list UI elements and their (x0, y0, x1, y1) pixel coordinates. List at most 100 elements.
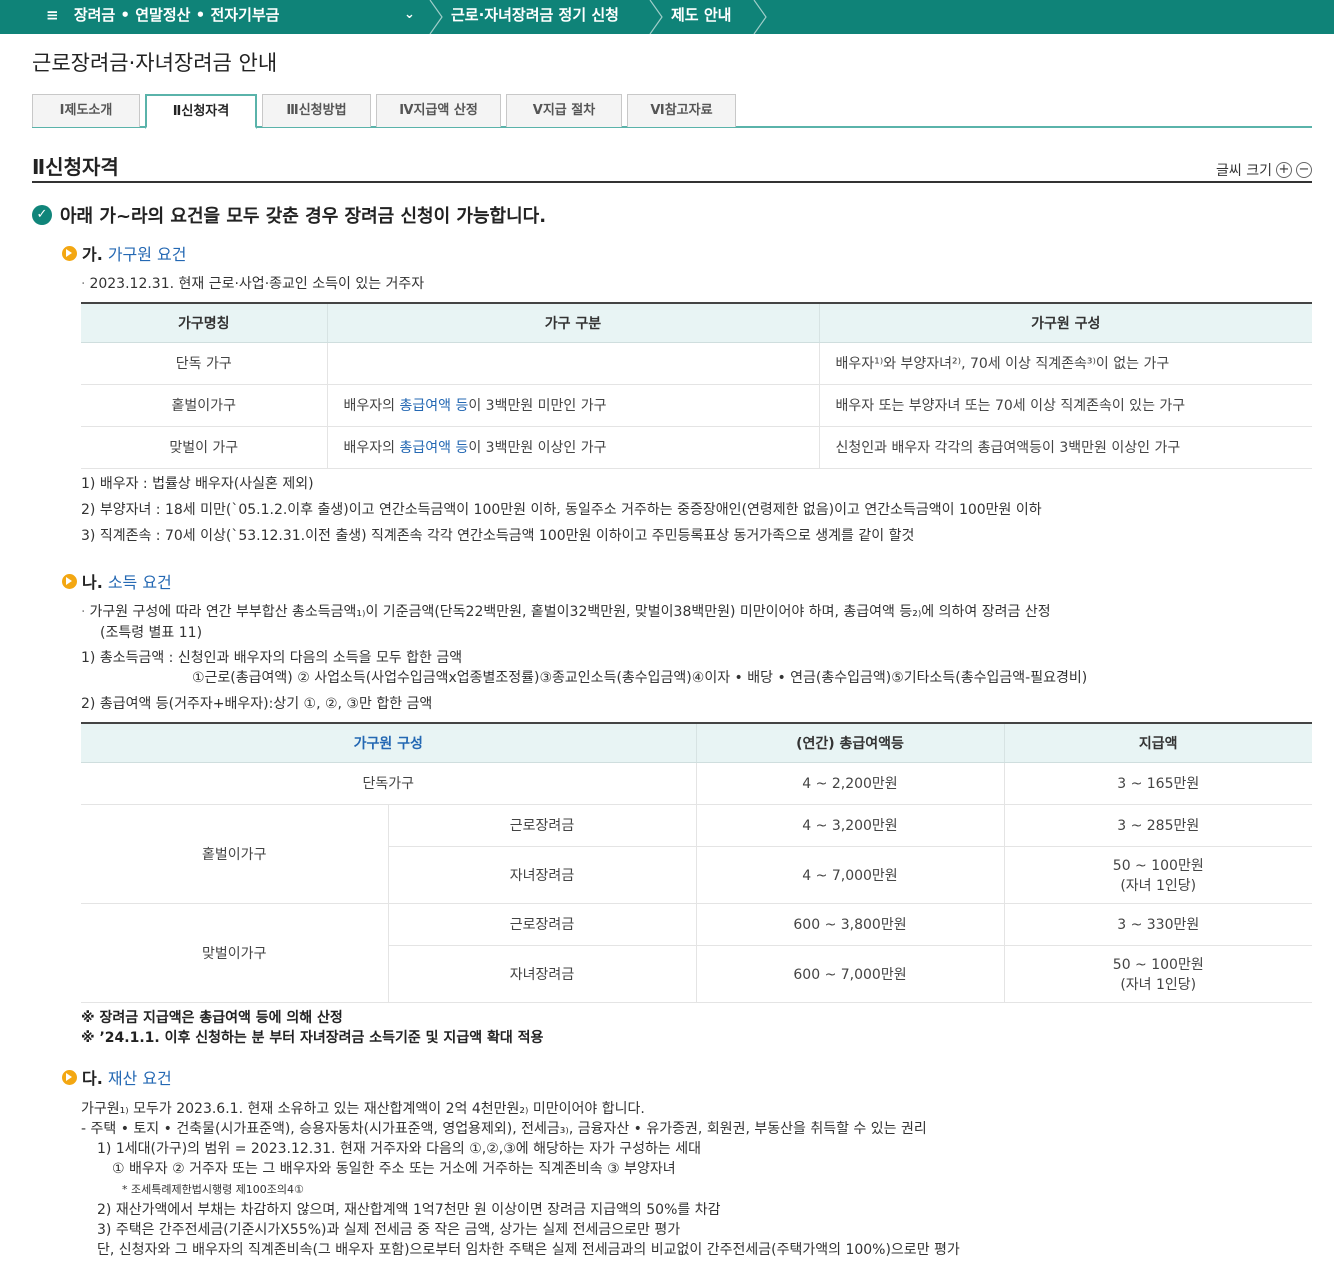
household-composition: 배우자¹⁾와 부양자녀²⁾, 70세 이상 직계존속³⁾이 없는 가구 (819, 342, 1312, 385)
font-size-control: 글씨 크기 + − (1216, 160, 1312, 180)
household-kind: 배우자의 총급여액 등이 3백만원 미만인 가구 (327, 384, 820, 427)
column-header: 가구 구분 (327, 303, 820, 343)
payment-amount: 3 ~ 165만원 (1004, 762, 1312, 805)
remark: ※ ’24.1.1. 이후 신청하는 분 부터 자녀장려금 소득기준 및 지급액… (81, 1030, 544, 1046)
subsection-prefix: 가. (82, 245, 103, 264)
breadcrumb-separator (752, 0, 768, 35)
tab-how-to-apply[interactable]: Ⅲ신청방법 (262, 94, 371, 127)
household-type: 홑벌이가구 (81, 804, 389, 904)
breadcrumb-item-apply[interactable]: 근로·자녀장려금 정기 신청 (451, 0, 619, 34)
total-wage-link[interactable]: 총급여액 등 (399, 440, 468, 456)
incentive-type: 자녀장려금 (388, 945, 697, 1003)
property-line: - 주택 • 토지 • 건축물(시가표준액), 승용자동차(시가표준액, 영업용… (81, 1121, 927, 1137)
font-size-label: 글씨 크기 (1216, 163, 1272, 179)
wage-range: 4 ~ 7,000만원 (696, 846, 1005, 904)
household-kind: 배우자의 총급여액 등이 3백만원 이상인 가구 (327, 426, 820, 469)
property-line: 가구원₁₎ 모두가 2023.6.1. 현재 소유하고 있는 재산합계액이 2억… (81, 1101, 645, 1117)
plus-icon[interactable]: + (1276, 162, 1292, 178)
page-title: 근로장려금·자녀장려금 안내 (32, 51, 278, 75)
lead-text: 아래 가~라의 요건을 모두 갖춘 경우 장려금 신청이 가능합니다. (60, 206, 547, 227)
income-note: 1) 총소득금액 : 신청인과 배우자의 다음의 소득을 모두 합한 금액 (81, 650, 463, 666)
amount-value: 50 ~ 100만원 (1112, 956, 1204, 973)
household-table: 가구명칭 가구 구분 가구원 구성 단독 가구 배우자¹⁾와 부양자녀²⁾, 7… (81, 302, 1312, 469)
hamburger-icon: ≡ (46, 6, 59, 24)
kind-text: 배우자의 (343, 398, 400, 414)
subsection-title: 가구원 요건 (107, 245, 187, 264)
column-header: 지급액 (1004, 723, 1312, 763)
subsection-property: 다. 재산 요건 (62, 1065, 172, 1089)
total-wage-link[interactable]: 총급여액 등 (399, 398, 468, 414)
table-header-row: 가구명칭 가구 구분 가구원 구성 (81, 303, 1312, 343)
subsection-prefix: 나. (82, 573, 103, 592)
table-header-row: 가구원 구성 (연간) 총급여액등 지급액 (81, 723, 1312, 763)
amount-value: 50 ~ 100만원 (1112, 857, 1204, 874)
income-desc: 가구원 구성에 따라 연간 부부합산 총소득금액₁₎이 기준금액(단독22백만원… (81, 601, 1050, 621)
tab-references[interactable]: Ⅵ참고자료 (627, 94, 736, 127)
household-name: 맞벌이 가구 (81, 426, 328, 469)
incentive-type: 근로장려금 (388, 903, 697, 946)
chevron-down-icon[interactable]: ⌄ (404, 0, 415, 34)
property-line: * 조세특례제한법시행령 제100조의4① (122, 1183, 304, 1196)
household-type: 단독가구 (81, 762, 697, 805)
tab-procedure[interactable]: Ⅴ지급 절차 (506, 94, 622, 127)
breadcrumb-separator (428, 0, 444, 35)
subsection-title: 소득 요건 (107, 573, 172, 592)
tab-eligibility[interactable]: Ⅱ신청자격 (145, 94, 257, 129)
minus-icon[interactable]: − (1296, 162, 1312, 178)
subsection-prefix: 다. (82, 1069, 103, 1088)
subsection-income: 나. 소득 요건 (62, 569, 172, 593)
wage-range: 600 ~ 7,000만원 (696, 945, 1005, 1003)
wage-range: 600 ~ 3,800만원 (696, 903, 1005, 946)
table-row: 단독가구 4 ~ 2,200만원 3 ~ 165만원 (81, 762, 1312, 805)
remark: ※ 장려금 지급액은 총급여액 등에 의해 산정 (81, 1010, 343, 1026)
table-row: 맞벌이 가구 배우자의 총급여액 등이 3백만원 이상인 가구 신청인과 배우자… (81, 426, 1312, 469)
wage-range: 4 ~ 2,200만원 (696, 762, 1005, 805)
lead-statement: ✓ 아래 가~라의 요건을 모두 갖춘 경우 장려금 신청이 가능합니다. (32, 202, 546, 228)
subsection-title: 재산 요건 (107, 1069, 172, 1088)
kind-text: 배우자의 (343, 440, 400, 456)
amount-unit: (자녀 1인당) (1120, 877, 1197, 894)
incentive-type: 근로장려금 (388, 804, 697, 847)
wage-range: 4 ~ 3,200만원 (696, 804, 1005, 847)
tab-amount[interactable]: Ⅳ지급액 산정 (376, 94, 501, 127)
household-desc: 2023.12.31. 현재 근로·사업·종교인 소득이 있는 거주자 (81, 273, 424, 293)
property-line: 3) 주택은 간주전세금(기준시가X55%)과 실제 전세금 중 작은 금액, … (97, 1222, 681, 1238)
table-row: 맞벌이가구 근로장려금 600 ~ 3,800만원 3 ~ 330만원 (81, 903, 1312, 1003)
top-nav: ≡ 장려금 • 연말정산 • 전자기부금 ⌄ 근로·자녀장려금 정기 신청 제도… (0, 0, 1334, 35)
incentive-type: 자녀장려금 (388, 846, 697, 904)
payment-amount: 3 ~ 330만원 (1004, 903, 1312, 946)
check-icon: ✓ (32, 205, 52, 225)
household-composition: 배우자 또는 부양자녀 또는 70세 이상 직계존속이 있는 가구 (819, 384, 1312, 427)
subsection-household: 가. 가구원 요건 (62, 241, 187, 265)
payment-amount: 50 ~ 100만원 (자녀 1인당) (1004, 846, 1312, 904)
section-title: Ⅱ신청자격 (32, 155, 119, 179)
footnote: 1) 배우자 : 법률상 배우자(사실혼 제외) (81, 476, 314, 492)
income-note: 2) 총급여액 등(거주자+배우자):상기 ①, ②, ③만 합한 금액 (81, 696, 433, 712)
section-divider (32, 181, 1312, 183)
breadcrumb-separator (648, 0, 664, 35)
column-header: 가구원 구성 (819, 303, 1312, 343)
property-line: 단, 신청자와 그 배우자의 직계존비속(그 배우자 포함)으로부터 임차한 주… (97, 1242, 960, 1258)
payment-amount: 50 ~ 100만원 (자녀 1인당) (1004, 945, 1312, 1003)
income-note-detail: ①근로(총급여액) ② 사업소득(사업수입금액x업종별조정률)③종교인소득(총수… (192, 670, 1088, 686)
column-header: 가구명칭 (81, 303, 328, 343)
amount-unit: (자녀 1인당) (1120, 976, 1197, 993)
column-header: (연간) 총급여액등 (696, 723, 1005, 763)
column-header: 가구원 구성 (81, 723, 697, 763)
menu-label: 장려금 • 연말정산 • 전자기부금 (73, 6, 280, 24)
property-line: 2) 재산가액에서 부채는 차감하지 않으며, 재산합계액 1억7천만 원 이상… (97, 1202, 721, 1218)
arrow-bullet-icon (62, 1069, 77, 1085)
kind-text: 이 3백만원 이상인 가구 (468, 440, 607, 456)
household-kind (327, 342, 820, 385)
tab-intro[interactable]: Ⅰ제도소개 (32, 94, 140, 127)
menu-toggle[interactable]: ≡ 장려금 • 연말정산 • 전자기부금 (46, 0, 279, 34)
payment-amount: 3 ~ 285만원 (1004, 804, 1312, 847)
amount-table: 가구원 구성 (연간) 총급여액등 지급액 단독가구 4 ~ 2,200만원 3… (81, 722, 1312, 1003)
kind-text: 이 3백만원 미만인 가구 (468, 398, 607, 414)
property-line: ① 배우자 ② 거주자 또는 그 배우자와 동일한 주소 또는 거소에 거주하는… (112, 1161, 676, 1177)
household-composition: 신청인과 배우자 각각의 총급여액등이 3백만원 이상인 가구 (819, 426, 1312, 469)
breadcrumb-item-guide[interactable]: 제도 안내 (671, 0, 731, 34)
table-row: 홑벌이가구 근로장려금 4 ~ 3,200만원 3 ~ 285만원 (81, 804, 1312, 904)
arrow-bullet-icon (62, 245, 77, 261)
household-name: 단독 가구 (81, 342, 328, 385)
